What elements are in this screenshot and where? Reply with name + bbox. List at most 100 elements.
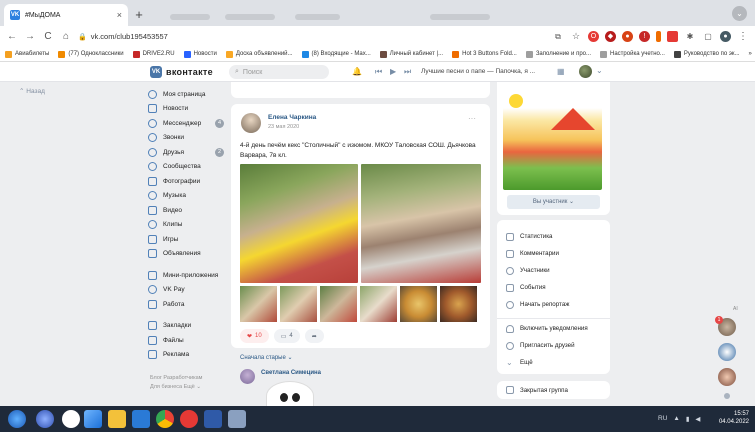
blurred-tab[interactable] [295, 14, 340, 20]
bookmark-item[interactable]: Новости [183, 50, 217, 58]
nav-item-messenger[interactable]: Мессенджер 4 [148, 116, 224, 131]
extension-icon[interactable]: O [588, 31, 599, 42]
bookmark-item[interactable]: (8) Входящие - Мах... [301, 50, 371, 58]
player-next-icon[interactable]: ⏭ [404, 67, 411, 77]
chevron-down-icon[interactable]: ⌄ [596, 66, 603, 75]
author-avatar[interactable] [241, 113, 261, 133]
profile-avatar-icon[interactable]: ● [720, 31, 731, 42]
footer-link-row[interactable]: Блог Разработчикам [150, 374, 202, 383]
menu-start-stream[interactable]: Начать репортаж [506, 296, 569, 313]
bookmark-item[interactable]: Hot 3 Buttons Fold... [452, 50, 517, 58]
chat-contact-avatar[interactable] [718, 368, 736, 386]
nav-item-video[interactable]: Видео [148, 203, 224, 218]
extension-icon[interactable]: ◆ [605, 31, 616, 42]
player-track-title[interactable]: Лучшие песни о папе — Папочка, я ... [421, 68, 535, 75]
back-link[interactable]: ⌃ Назад [19, 87, 45, 95]
footer-link-row[interactable]: Для бизнеса Ещё ⌄ [150, 383, 202, 392]
bookmarks-overflow-button[interactable]: » [749, 51, 752, 57]
vk-logo[interactable]: VK вконтакте [150, 66, 213, 78]
comment-button[interactable]: ▭ 4 [273, 329, 300, 343]
bookmark-item[interactable]: Личный кабинет |... [379, 50, 443, 58]
nav-item-music[interactable]: Музыка [148, 189, 224, 204]
nav-item-clips[interactable]: Клипы [148, 218, 224, 233]
bookmark-star-icon[interactable]: ☆ [570, 31, 582, 42]
post-photo-thumb[interactable] [400, 286, 437, 322]
player-play-icon[interactable]: ▶ [390, 67, 396, 76]
bookmark-item[interactable]: Настройка учетно... [600, 50, 665, 58]
extensions-puzzle-icon[interactable]: ✱ [684, 32, 696, 41]
player-prev-icon[interactable]: ⏮ [375, 67, 382, 77]
search-input[interactable]: ⌕ Поиск [229, 65, 329, 79]
taskbar-app-icon[interactable] [228, 410, 246, 428]
speaker-icon[interactable]: ◀ [695, 415, 700, 423]
nav-item-jobs[interactable]: Работа [148, 297, 224, 312]
commenter-avatar[interactable] [240, 369, 255, 384]
nav-item-communities[interactable]: Сообщества [148, 160, 224, 175]
post-photo-thumb[interactable] [440, 286, 477, 322]
extension-icon[interactable]: ● [622, 31, 633, 42]
taskbar-app-icon[interactable] [204, 410, 222, 428]
new-tab-button[interactable]: + [131, 7, 147, 23]
blurred-tab[interactable] [170, 14, 210, 20]
nav-item-ads[interactable]: Объявления [148, 247, 224, 262]
blurred-tab[interactable] [430, 14, 490, 20]
bookmark-item[interactable]: Руководство по эк... [673, 50, 740, 58]
home-button[interactable]: ⌂ [60, 31, 72, 42]
nav-item-mini-apps[interactable]: Мини-приложения [148, 268, 224, 283]
post-photo[interactable] [240, 164, 358, 283]
start-button[interactable] [8, 410, 26, 428]
language-indicator[interactable]: RU [658, 415, 667, 423]
tab-close-icon[interactable]: × [117, 10, 122, 20]
post-photo-thumb[interactable] [240, 286, 277, 322]
chat-contact-avatar[interactable] [718, 343, 736, 361]
back-button[interactable]: ← [6, 31, 18, 42]
notifications-bell-icon[interactable]: 🔔 [352, 67, 362, 76]
forward-button[interactable]: → [24, 31, 36, 42]
menu-invite-friends[interactable]: Пригласить друзей [506, 337, 575, 354]
menu-events[interactable]: События [506, 279, 546, 296]
bookmark-item[interactable]: (77) Одноклассники [58, 50, 124, 58]
yandex-browser-icon[interactable] [180, 410, 198, 428]
comments-sort[interactable]: Сначала старые ⌄ [240, 354, 293, 361]
menu-enable-notifications[interactable]: Включить уведомления [506, 320, 588, 337]
user-avatar[interactable] [579, 65, 592, 78]
apps-grid-icon[interactable]: ▦ [557, 67, 565, 76]
taskbar-app-icon[interactable] [132, 410, 150, 428]
browser-tab[interactable]: VK #МыДОМА × [4, 4, 128, 26]
split-view-icon[interactable]: ▢ [702, 32, 714, 41]
bookmark-item[interactable]: Авиабилеты [5, 50, 49, 58]
extension-icon[interactable]: ! [639, 31, 650, 42]
nav-item-friends[interactable]: Друзья 2 [148, 145, 224, 160]
menu-statistics[interactable]: Статистика [506, 228, 553, 245]
clock[interactable]: 15:57 04.04.2022 [719, 410, 749, 426]
post-author[interactable]: Елена Чаркина [268, 114, 316, 121]
nav-item-vk-pay[interactable]: VK Pay [148, 283, 224, 298]
browser-menu-chevron-icon[interactable]: ⌄ [732, 6, 747, 21]
nav-item-news[interactable]: Новости [148, 102, 224, 117]
post-photo-thumb[interactable] [320, 286, 357, 322]
extension-icon[interactable] [656, 31, 661, 42]
extension-icon[interactable] [667, 31, 678, 42]
nav-item-games[interactable]: Игры [148, 232, 224, 247]
post-date[interactable]: 23 мая 2020 [268, 124, 299, 130]
nav-item-photos[interactable]: Фотографии [148, 174, 224, 189]
nav-item-my-page[interactable]: Моя страница [148, 87, 224, 102]
taskbar-app-icon[interactable] [36, 410, 54, 428]
membership-button[interactable]: Вы участник ⌄ [507, 195, 600, 209]
post-more-icon[interactable]: ··· [468, 114, 476, 123]
nav-item-calls[interactable]: Звонки [148, 131, 224, 146]
post-photo-thumb[interactable] [280, 286, 317, 322]
like-button[interactable]: ❤ 10 [240, 329, 269, 343]
taskbar-app-icon[interactable] [62, 410, 80, 428]
group-avatar[interactable] [503, 90, 602, 190]
translate-icon[interactable]: ⧉ [552, 32, 564, 42]
file-explorer-icon[interactable] [108, 410, 126, 428]
bookmark-item[interactable]: Доска объявлений... [225, 50, 293, 58]
commenter-name[interactable]: Светлана Симецина [261, 370, 321, 376]
menu-members[interactable]: Участники [506, 262, 550, 279]
blurred-tab[interactable] [225, 14, 275, 20]
menu-comments[interactable]: Комментарии [506, 245, 559, 262]
nav-item-advertising[interactable]: Реклама [148, 348, 224, 363]
menu-more[interactable]: ⌄ Ещё [506, 354, 533, 371]
chrome-icon[interactable] [156, 410, 174, 428]
